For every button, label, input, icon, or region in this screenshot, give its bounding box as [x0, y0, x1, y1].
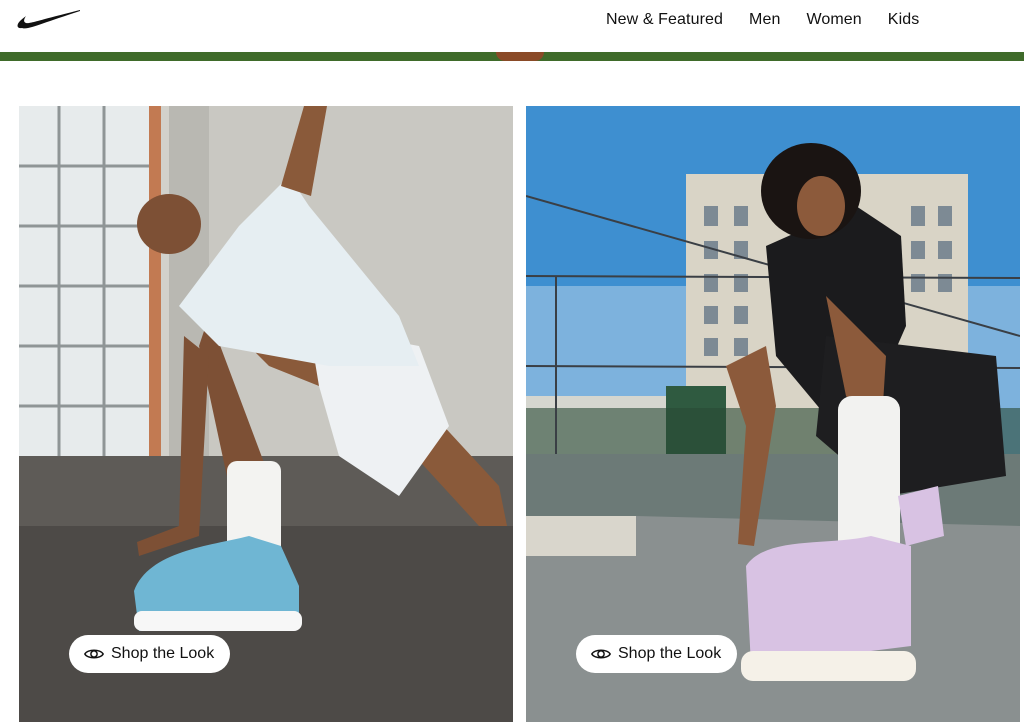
site-header: New & Featured Men Women Kids	[0, 0, 1024, 52]
look-tile-lifestyle[interactable]: Shop the Look	[526, 106, 1020, 722]
look-tile-training[interactable]: Shop the Look	[19, 106, 513, 722]
shop-the-look-label: Shop the Look	[618, 645, 722, 662]
main-nav: New & Featured Men Women Kids	[606, 0, 919, 40]
shop-the-look-button[interactable]: Shop the Look	[576, 635, 738, 673]
hero-banner-edge	[0, 52, 1024, 61]
shop-the-look-button[interactable]: Shop the Look	[69, 635, 231, 673]
shop-the-look-label: Shop the Look	[111, 645, 215, 662]
nav-new-featured[interactable]: New & Featured	[606, 11, 723, 29]
nav-men[interactable]: Men	[749, 11, 780, 29]
training-look-image	[19, 106, 513, 722]
banner-ball-shape	[496, 52, 544, 61]
lifestyle-look-image	[526, 106, 1020, 722]
eye-icon	[590, 649, 612, 659]
nike-swoosh-icon[interactable]	[16, 8, 82, 32]
nav-women[interactable]: Women	[806, 11, 861, 29]
eye-icon	[83, 649, 105, 659]
nav-kids[interactable]: Kids	[888, 11, 920, 29]
